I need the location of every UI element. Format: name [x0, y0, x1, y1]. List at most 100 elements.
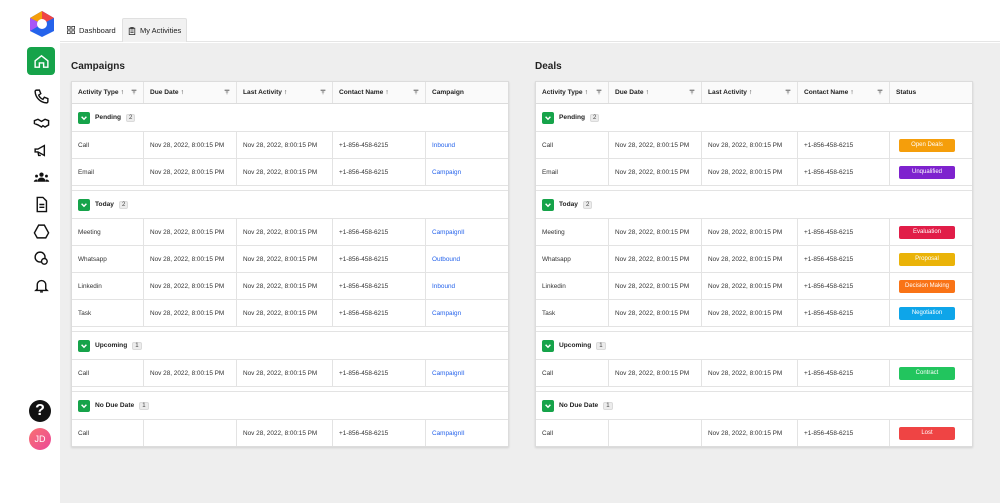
filter-icon[interactable] [877, 89, 883, 97]
filter-icon[interactable] [224, 89, 230, 97]
phone-icon[interactable] [29, 84, 53, 108]
table-cell: Whatsapp [72, 246, 144, 272]
status-badge[interactable]: Decision Making [899, 279, 955, 293]
collapse-toggle-icon[interactable] [78, 339, 90, 352]
table-row[interactable]: Task Nov 28, 2022, 8:00:15 PM Nov 28, 2022… [72, 300, 508, 327]
status-badge[interactable]: Proposal [899, 252, 955, 266]
table-cell: Nov 28, 2022, 8:00:15 PM [702, 159, 798, 185]
table-row[interactable]: Call Nov 28, 2022, 8:00:15 PM +1-856-458-6… [72, 420, 508, 446]
filter-icon[interactable] [131, 89, 137, 97]
group-header: Upcoming 1 [536, 332, 972, 360]
column-header[interactable]: Activity Type ↑ [72, 82, 144, 103]
campaign-link[interactable]: Campaign [432, 169, 461, 176]
drive-icon[interactable] [29, 219, 53, 243]
column-header[interactable]: Due Date ↑ [144, 82, 237, 103]
table-row[interactable]: Call Nov 28, 2022, 8:00:15 PM Nov 28, 2022… [72, 132, 508, 159]
sort-arrow-icon[interactable]: ↑ [850, 89, 853, 96]
tag-gear-icon[interactable] [29, 246, 53, 270]
document-icon[interactable] [29, 192, 53, 216]
table-row[interactable]: Whatsapp Nov 28, 2022, 8:00:15 PM Nov 28, … [536, 246, 972, 273]
handshake-icon[interactable] [29, 111, 53, 135]
column-header[interactable]: Last Activity ↑ [237, 82, 333, 103]
tab-dashboard[interactable]: Dashboard [62, 18, 121, 42]
sort-arrow-icon[interactable]: ↑ [181, 89, 184, 96]
avatar[interactable]: JD [29, 428, 51, 450]
filter-icon[interactable] [320, 89, 326, 97]
filter-icon[interactable] [596, 89, 602, 97]
table-cell: Nov 28, 2022, 8:00:15 PM [144, 300, 237, 326]
table-row[interactable]: Call Nov 28, 2022, 8:00:15 PM Nov 28, 2022… [536, 132, 972, 159]
sort-arrow-icon[interactable]: ↑ [284, 89, 287, 96]
status-cell: Open Deals [890, 132, 972, 158]
status-badge[interactable]: Open Deals [899, 138, 955, 152]
table-cell: +1-856-458-6215 [333, 360, 426, 386]
tab-my-activities[interactable]: My Activities [122, 18, 188, 42]
sort-arrow-icon[interactable]: ↑ [385, 89, 388, 96]
campaign-link[interactable]: Outbound [432, 256, 460, 263]
table-row[interactable]: Linkedin Nov 28, 2022, 8:00:15 PM Nov 28, … [72, 273, 508, 300]
table-row[interactable]: Email Nov 28, 2022, 8:00:15 PM Nov 28, 202… [72, 159, 508, 186]
sort-arrow-icon[interactable]: ↑ [585, 89, 588, 96]
table-row[interactable]: Call Nov 28, 2022, 8:00:15 PM Nov 28, 2022… [536, 360, 972, 387]
grid-icon [67, 26, 75, 34]
campaign-link[interactable]: Inbound [432, 283, 455, 290]
collapse-toggle-icon[interactable] [78, 399, 90, 412]
table-cell: Nov 28, 2022, 8:00:15 PM [144, 360, 237, 386]
status-badge[interactable]: Contract [899, 366, 955, 380]
campaign-link[interactable]: Campaign [432, 310, 461, 317]
campaign-link[interactable]: CampaignII [432, 370, 465, 377]
collapse-toggle-icon[interactable] [78, 111, 90, 124]
collapse-toggle-icon[interactable] [542, 111, 554, 124]
column-header[interactable]: Activity Type ↑ [536, 82, 609, 103]
filter-icon[interactable] [785, 89, 791, 97]
table-cell: Nov 28, 2022, 8:00:15 PM [702, 360, 798, 386]
campaign-link[interactable]: CampaignII [432, 430, 465, 437]
status-cell: Negotiation [890, 300, 972, 326]
table-row[interactable]: Email Nov 28, 2022, 8:00:15 PM Nov 28, 202… [536, 159, 972, 186]
table-row[interactable]: Linkedin Nov 28, 2022, 8:00:15 PM Nov 28, … [536, 273, 972, 300]
filter-icon[interactable] [689, 89, 695, 97]
sort-arrow-icon[interactable]: ↑ [121, 89, 124, 96]
column-header[interactable]: Contact Name ↑ [798, 82, 890, 103]
help-icon[interactable]: ? [29, 400, 51, 422]
collapse-toggle-icon[interactable] [542, 339, 554, 352]
table-cell: Nov 28, 2022, 8:00:15 PM [144, 159, 237, 185]
collapse-toggle-icon[interactable] [78, 198, 90, 211]
column-header[interactable]: Status [890, 82, 972, 103]
campaign-cell: Campaign [426, 300, 508, 326]
sort-arrow-icon[interactable]: ↑ [749, 89, 752, 96]
table-row[interactable]: Meeting Nov 28, 2022, 8:00:15 PM Nov 28, 2… [72, 219, 508, 246]
status-badge[interactable]: Lost [899, 426, 955, 440]
column-header[interactable]: Campaign [426, 82, 508, 103]
collapse-toggle-icon[interactable] [542, 399, 554, 412]
column-header-label: Contact Name [804, 89, 849, 96]
table-row[interactable]: Call Nov 28, 2022, 8:00:15 PM +1-856-458-6… [536, 420, 972, 446]
status-badge[interactable]: Negotiation [899, 306, 955, 320]
table-row[interactable]: Whatsapp Nov 28, 2022, 8:00:15 PM Nov 28, … [72, 246, 508, 273]
campaign-cell: Outbound [426, 246, 508, 272]
table-cell: Nov 28, 2022, 8:00:15 PM [237, 300, 333, 326]
column-header[interactable]: Contact Name ↑ [333, 82, 426, 103]
sort-arrow-icon[interactable]: ↑ [646, 89, 649, 96]
table-cell: Meeting [72, 219, 144, 245]
home-icon[interactable] [27, 47, 55, 75]
table-cell: +1-856-458-6215 [333, 219, 426, 245]
megaphone-icon[interactable] [29, 138, 53, 162]
group-count-badge: 2 [126, 113, 136, 122]
table-cell: Task [72, 300, 144, 326]
filter-icon[interactable] [413, 89, 419, 97]
table-cell: Nov 28, 2022, 8:00:15 PM [237, 219, 333, 245]
bell-icon[interactable] [29, 273, 53, 297]
users-icon[interactable] [29, 165, 53, 189]
status-badge[interactable]: Unqualified [899, 165, 955, 179]
table-row[interactable]: Meeting Nov 28, 2022, 8:00:15 PM Nov 28, 2… [536, 219, 972, 246]
campaign-link[interactable]: CampaignII [432, 229, 465, 236]
collapse-toggle-icon[interactable] [542, 198, 554, 211]
column-header[interactable]: Due Date ↑ [609, 82, 702, 103]
column-header[interactable]: Last Activity ↑ [702, 82, 798, 103]
campaign-cell: Inbound [426, 132, 508, 158]
table-row[interactable]: Call Nov 28, 2022, 8:00:15 PM Nov 28, 2022… [72, 360, 508, 387]
campaign-link[interactable]: Inbound [432, 142, 455, 149]
status-badge[interactable]: Evaluation [899, 225, 955, 239]
table-row[interactable]: Task Nov 28, 2022, 8:00:15 PM Nov 28, 2022… [536, 300, 972, 327]
